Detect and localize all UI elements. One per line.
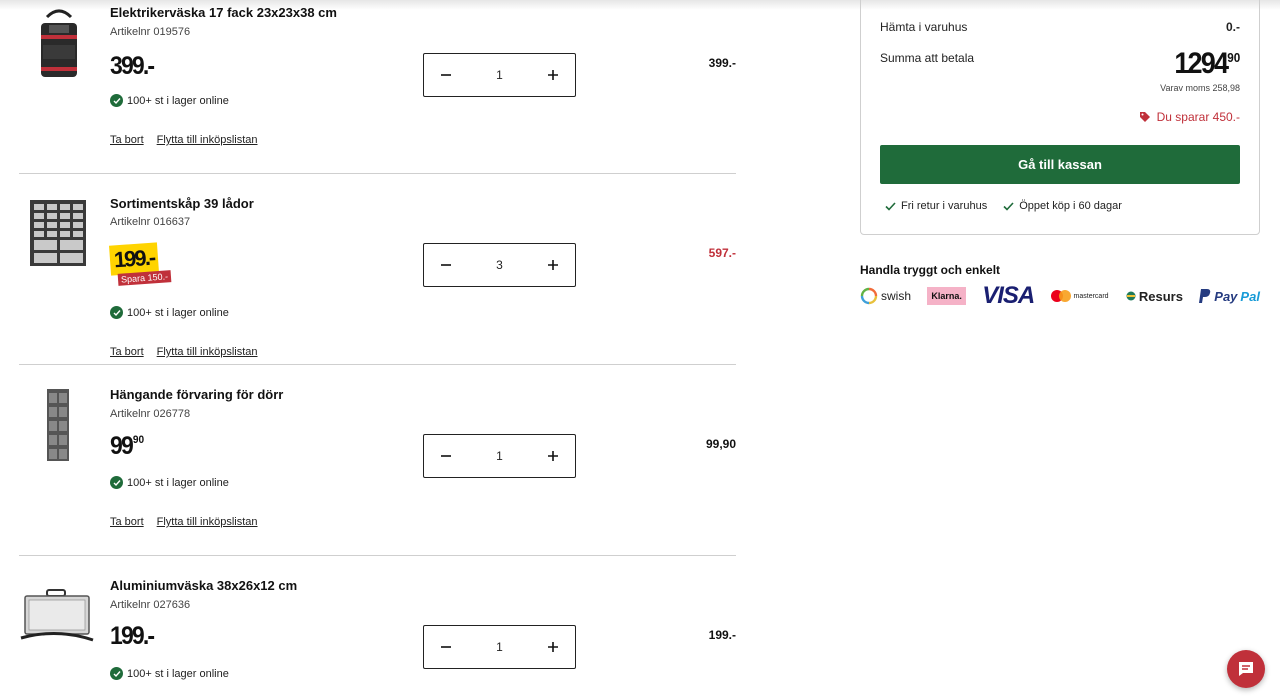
article-number: Artikelnr 027636 — [110, 599, 191, 611]
chat-icon — [1239, 662, 1253, 676]
visa-logo: VISA — [982, 282, 1035, 309]
cart-item: Sortimentskåp 39 lådor Artikelnr 016637 … — [19, 174, 736, 365]
row-total: 199.- — [708, 628, 736, 642]
check-circle-icon — [110, 94, 123, 107]
stock-status: 100+ st i lager online — [110, 306, 229, 319]
minus-icon — [441, 264, 451, 266]
unit-price: 399.- — [110, 52, 155, 80]
cart-item: Hängande förvaring för dörr Artikelnr 02… — [19, 365, 736, 556]
decrease-button[interactable] — [424, 435, 468, 477]
total-price: 129490 — [1174, 47, 1240, 80]
item-actions: Ta bort Flytta till inköpslistan — [110, 346, 258, 358]
cart-list: Elektrikerväska 17 fack 23x23x38 cm Arti… — [19, 0, 736, 696]
price-tag-icon — [1139, 112, 1150, 122]
product-name[interactable]: Sortimentskåp 39 lådor — [110, 196, 254, 211]
check-circle-icon — [110, 306, 123, 319]
remove-link[interactable]: Ta bort — [110, 134, 144, 146]
product-name[interactable]: Hängande förvaring för dörr — [110, 387, 283, 402]
increase-button[interactable] — [531, 626, 575, 668]
quantity-stepper: 3 — [423, 243, 576, 287]
minus-icon — [441, 455, 451, 457]
remove-link[interactable]: Ta bort — [110, 516, 144, 528]
product-image-aluminium-case[interactable] — [19, 576, 99, 656]
paypal-logo: Pay Pal — [1199, 288, 1260, 304]
row-total: 399.- — [708, 56, 736, 70]
klarna-logo: Klarna. — [927, 287, 966, 305]
stock-status: 100+ st i lager online — [110, 476, 229, 489]
decrease-button[interactable] — [424, 244, 468, 286]
quantity-stepper: 1 — [423, 625, 576, 669]
plus-icon — [548, 451, 558, 461]
vat-amount: Varav moms 258,98 — [1160, 83, 1240, 93]
increase-button[interactable] — [531, 54, 575, 96]
product-name[interactable]: Elektrikerväska 17 fack 23x23x38 cm — [110, 5, 337, 20]
move-to-list-link[interactable]: Flytta till inköpslistan — [157, 516, 258, 528]
plus-icon — [548, 260, 558, 270]
perk-free-return: Fri retur i varuhus — [885, 200, 987, 212]
pickup-row: Hämta i varuhus 0.- — [880, 20, 1240, 34]
quantity-value[interactable]: 1 — [496, 68, 503, 82]
quantity-stepper: 1 — [423, 53, 576, 97]
chat-button[interactable] — [1227, 650, 1265, 688]
check-icon — [1003, 201, 1014, 211]
remove-link[interactable]: Ta bort — [110, 346, 144, 358]
plus-icon — [548, 642, 558, 652]
article-number: Artikelnr 019576 — [110, 26, 191, 38]
increase-button[interactable] — [531, 244, 575, 286]
stock-status: 100+ st i lager online — [110, 94, 229, 107]
product-name[interactable]: Aluminiumväska 38x26x12 cm — [110, 578, 297, 593]
resurs-logo: Resurs — [1125, 289, 1183, 304]
decrease-button[interactable] — [424, 626, 468, 668]
order-summary: Hämta i varuhus 0.- Summa att betala 129… — [860, 0, 1260, 235]
payment-methods: swish Klarna. VISA mastercard Resurs Pay… — [860, 282, 1260, 309]
secure-payment-title: Handla tryggt och enkelt — [860, 263, 1001, 277]
quantity-stepper: 1 — [423, 434, 576, 478]
product-image-storage-cabinet[interactable] — [22, 192, 102, 272]
sale-price-badge: 199.- Spara 150.- — [109, 242, 174, 290]
move-to-list-link[interactable]: Flytta till inköpslistan — [157, 346, 258, 358]
swish-icon — [860, 287, 878, 305]
swish-logo: swish — [860, 287, 911, 305]
stock-status: 100+ st i lager online — [110, 667, 229, 680]
saving-amount: Du sparar 450.- — [1139, 110, 1240, 124]
perk-open-purchase: Öppet köp i 60 dagar — [1003, 200, 1122, 212]
article-number: Artikelnr 016637 — [110, 216, 191, 228]
unit-price: 199.- — [110, 622, 155, 650]
decrease-button[interactable] — [424, 54, 468, 96]
move-to-list-link[interactable]: Flytta till inköpslistan — [157, 134, 258, 146]
plus-icon — [548, 70, 558, 80]
increase-button[interactable] — [531, 435, 575, 477]
quantity-value[interactable]: 1 — [496, 640, 503, 654]
row-total: 99,90 — [705, 437, 736, 451]
cart-item: Aluminiumväska 38x26x12 cm Artikelnr 027… — [19, 556, 736, 696]
quantity-value[interactable]: 3 — [496, 258, 503, 272]
cart-item: Elektrikerväska 17 fack 23x23x38 cm Arti… — [19, 0, 736, 174]
minus-icon — [441, 646, 451, 648]
check-icon — [885, 201, 896, 211]
unit-price: 9990 — [110, 432, 145, 460]
row-total: 597.- — [708, 246, 736, 260]
saving-tag: Spara 150.- — [117, 270, 172, 286]
item-actions: Ta bort Flytta till inköpslistan — [110, 516, 258, 528]
minus-icon — [441, 74, 451, 76]
mastercard-icon — [1050, 290, 1071, 302]
pickup-label: Hämta i varuhus — [880, 20, 968, 34]
checkout-button[interactable]: Gå till kassan — [880, 145, 1240, 184]
resurs-icon — [1126, 291, 1136, 301]
mastercard-logo: mastercard — [1050, 290, 1109, 302]
item-actions: Ta bort Flytta till inköpslistan — [110, 134, 258, 146]
product-image-door-organizer[interactable] — [19, 385, 99, 465]
check-circle-icon — [110, 476, 123, 489]
pickup-value: 0.- — [1225, 20, 1240, 34]
check-circle-icon — [110, 667, 123, 680]
quantity-value[interactable]: 1 — [496, 449, 503, 463]
paypal-icon — [1199, 289, 1211, 303]
perks: Fri retur i varuhus Öppet köp i 60 dagar — [885, 200, 1122, 212]
product-image-tool-bag[interactable] — [19, 5, 99, 85]
article-number: Artikelnr 026778 — [110, 408, 191, 420]
